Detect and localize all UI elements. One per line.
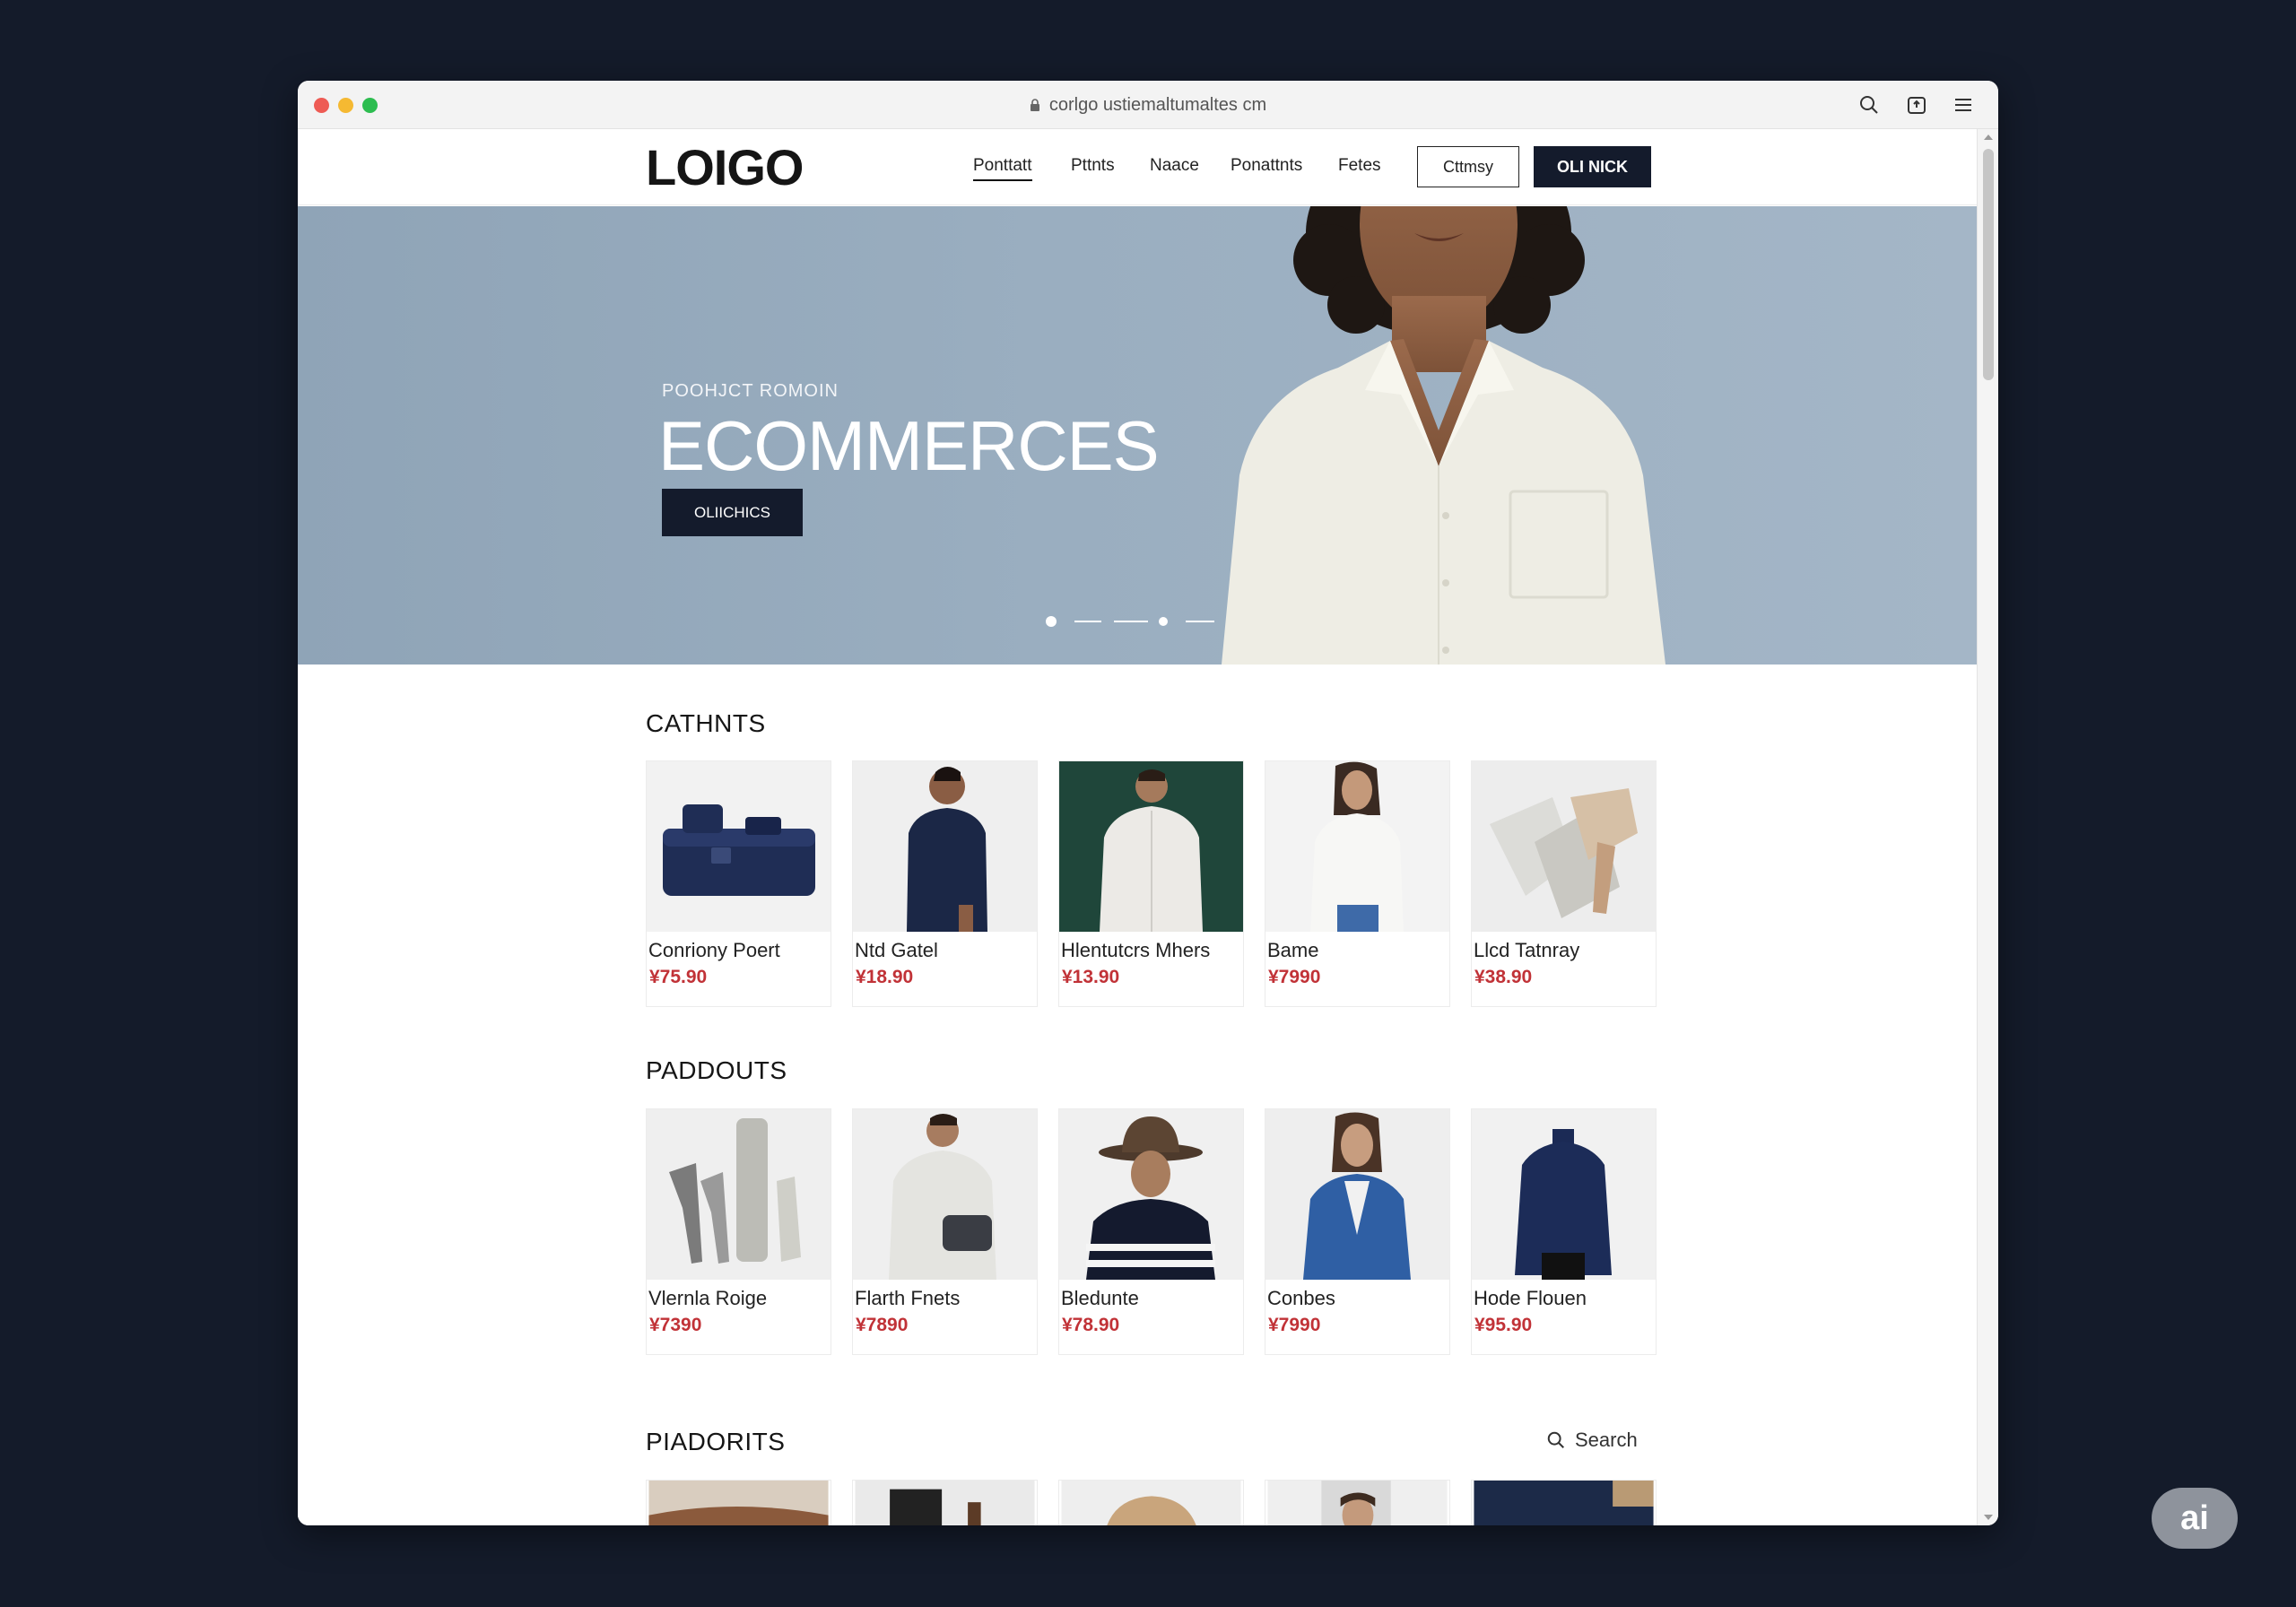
scroll-down-icon[interactable]	[1984, 1515, 1993, 1520]
hero-eyebrow: POOHJCT ROMOIN	[662, 381, 839, 401]
product-thumbnail[interactable]	[1471, 1480, 1657, 1525]
product-price: ¥7890	[856, 1315, 909, 1335]
product-image	[1265, 761, 1449, 932]
product-price: ¥18.90	[856, 967, 914, 987]
search-icon[interactable]	[1858, 94, 1880, 116]
product-card[interactable]: Conriony Poert ¥75.90	[646, 760, 831, 1007]
product-card[interactable]: Hlentutcrs Mhers ¥13.90	[1058, 760, 1244, 1007]
hero-model-image	[1222, 206, 1665, 665]
nav-link-4[interactable]: Ponattnts	[1231, 156, 1302, 176]
hero-cta-button[interactable]: OLIICHICS	[662, 489, 803, 536]
product-image	[647, 1109, 831, 1280]
product-price: ¥78.90	[1062, 1315, 1120, 1335]
product-price: ¥7390	[649, 1315, 702, 1335]
product-card[interactable]: Bame ¥7990	[1265, 760, 1450, 1007]
product-card[interactable]: Bledunte ¥78.90	[1058, 1108, 1244, 1355]
product-image	[1472, 761, 1656, 932]
url-text: corlgo ustiemaltumaltes cm	[1048, 95, 1267, 115]
nav-link-5[interactable]: Fetes	[1338, 156, 1381, 176]
outline-header-button[interactable]: Cttmsy	[1417, 146, 1519, 187]
product-card[interactable]: Llcd Tatnray ¥38.90	[1471, 760, 1657, 1007]
product-name: Ntd Gatel	[855, 939, 938, 961]
carousel-dot[interactable]	[1074, 621, 1101, 622]
address-bar[interactable]: corlgo ustiemaltumaltes cm	[298, 95, 1998, 116]
product-name: Bame	[1267, 939, 1319, 961]
product-card[interactable]: Hode Flouen ¥95.90	[1471, 1108, 1657, 1355]
product-thumbnail[interactable]	[1265, 1480, 1450, 1525]
nav-link-3[interactable]: Naace	[1150, 156, 1199, 176]
product-name: Hode Flouen	[1474, 1287, 1587, 1309]
product-thumbnail[interactable]	[646, 1480, 831, 1525]
section-search[interactable]: Search	[1546, 1429, 1638, 1452]
product-name: Vlernla Roige	[648, 1287, 768, 1309]
product-name: Bledunte	[1061, 1287, 1139, 1309]
product-thumbnail[interactable]	[1058, 1480, 1244, 1525]
product-card[interactable]: Vlernla Roige ¥7390	[646, 1108, 831, 1355]
section-title-3: PIADORITS	[646, 1428, 786, 1455]
product-name: Conriony Poert	[648, 939, 780, 961]
product-card[interactable]: Ntd Gatel ¥18.90	[852, 760, 1038, 1007]
hero-banner: POOHJCT ROMOIN ECOMMERCES OLIICHICS	[298, 206, 1977, 665]
share-icon[interactable]	[1906, 94, 1927, 116]
hero-title: ECOMMERCES	[658, 406, 1160, 485]
browser-titlebar: corlgo ustiemaltumaltes cm	[298, 81, 1998, 129]
site-header: LOIGO Ponttatt Pttnts Naace Ponattnts Fe…	[298, 129, 1977, 205]
product-name: Llcd Tatnray	[1474, 939, 1580, 961]
product-card[interactable]: Conbes ¥7990	[1265, 1108, 1450, 1355]
menu-icon[interactable]	[1952, 94, 1974, 116]
product-price: ¥7990	[1268, 1315, 1321, 1335]
product-price: ¥75.90	[649, 967, 708, 987]
product-thumbnail[interactable]	[852, 1480, 1038, 1525]
page-scrollbar[interactable]	[1977, 129, 1998, 1525]
product-image	[853, 761, 1037, 932]
nav-link-2[interactable]: Pttnts	[1071, 156, 1115, 176]
ai-badge[interactable]: ai	[2152, 1488, 2238, 1549]
scroll-up-icon[interactable]	[1984, 135, 1993, 140]
section-title-1: CATHNTS	[646, 709, 766, 737]
product-name: Hlentutcrs Mhers	[1061, 939, 1211, 961]
product-image	[1059, 1109, 1243, 1280]
product-image	[1059, 761, 1243, 932]
browser-window: corlgo ustiemaltumaltes cm LOIGO Ponttat…	[298, 81, 1998, 1525]
page-viewport: LOIGO Ponttatt Pttnts Naace Ponattnts Fe…	[298, 129, 1977, 1525]
product-name: Conbes	[1267, 1287, 1335, 1309]
lock-icon	[1030, 99, 1039, 111]
carousel-dot[interactable]	[1186, 621, 1214, 622]
product-image	[647, 761, 831, 932]
search-icon	[1547, 1431, 1564, 1448]
dark-header-button[interactable]: OLI NICK	[1534, 146, 1651, 187]
product-name: Flarth Fnets	[855, 1287, 961, 1309]
product-price: ¥38.90	[1474, 967, 1533, 987]
product-price: ¥13.90	[1062, 967, 1120, 987]
carousel-dot[interactable]	[1159, 617, 1168, 626]
product-image	[1472, 1109, 1656, 1280]
site-logo[interactable]: LOIGO	[646, 138, 804, 196]
scroll-thumb[interactable]	[1983, 149, 1994, 380]
product-price: ¥7990	[1268, 967, 1321, 987]
product-image	[1265, 1109, 1449, 1280]
nav-link-1[interactable]: Ponttatt	[973, 156, 1032, 181]
carousel-dot-active[interactable]	[1046, 616, 1057, 627]
product-card[interactable]: Flarth Fnets ¥7890	[852, 1108, 1038, 1355]
section-title-2: PADDOUTS	[646, 1056, 787, 1084]
carousel-dot[interactable]	[1114, 621, 1148, 622]
product-price: ¥95.90	[1474, 1315, 1533, 1335]
product-image	[853, 1109, 1037, 1280]
search-label: Search	[1575, 1429, 1638, 1451]
